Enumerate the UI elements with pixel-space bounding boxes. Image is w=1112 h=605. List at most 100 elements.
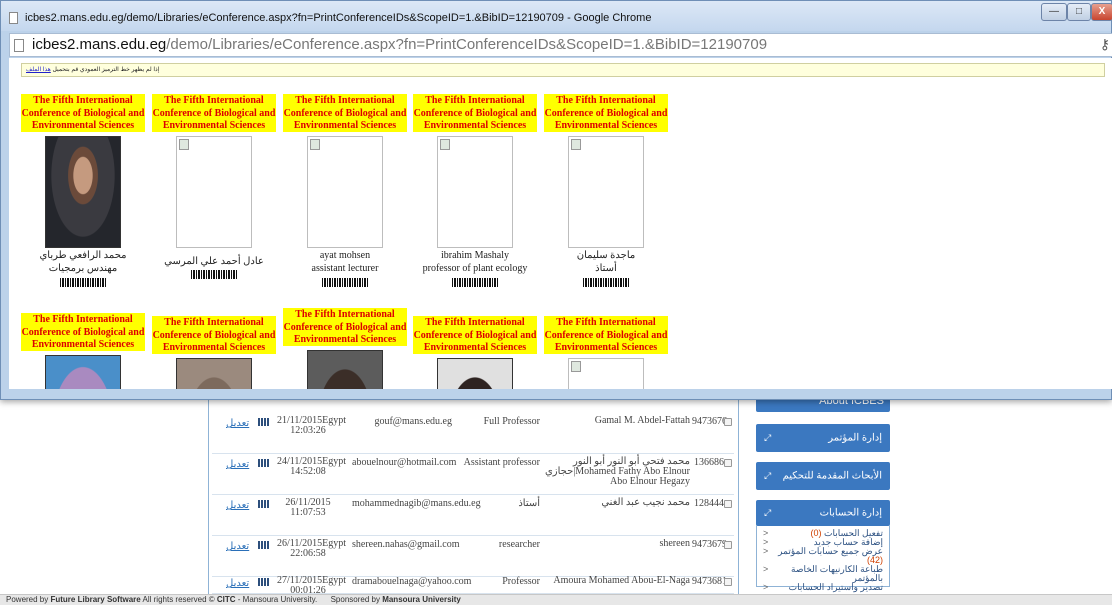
row-name: shereen bbox=[659, 538, 690, 549]
badge-banner: The Fifth International Conference of Bi… bbox=[413, 94, 537, 132]
badge-title: أستاذ bbox=[595, 263, 617, 274]
badge-title: professor of plant ecology bbox=[422, 263, 528, 274]
edit-link[interactable]: تعديل bbox=[226, 500, 249, 511]
badge-title: مهندس برمجيات bbox=[48, 263, 118, 274]
row-checkbox[interactable] bbox=[724, 578, 732, 586]
table-row: تعديل 21/11/2015Egypt 12:03:26 gouf@mans… bbox=[212, 414, 734, 454]
row-name: محمد فتحي أبو النور أبو النور حجازي|Moha… bbox=[544, 456, 690, 487]
badge-banner: The Fifth International Conference of Bi… bbox=[413, 316, 537, 354]
row-id: 9473681 bbox=[692, 576, 727, 587]
badge-banner: The Fifth International Conference of Bi… bbox=[21, 94, 145, 132]
edit-link[interactable]: تعديل bbox=[226, 418, 249, 429]
row-date: 21/11/2015Egypt 12:03:26 bbox=[277, 415, 347, 436]
row-date: 26/11/2015 11:07:53 bbox=[285, 497, 331, 518]
column-divider bbox=[208, 390, 209, 595]
download-file-link[interactable]: هذا الملف bbox=[26, 67, 51, 73]
badge-card: The Fifth International Conference of Bi… bbox=[152, 316, 276, 389]
badge-banner: The Fifth International Conference of Bi… bbox=[152, 94, 276, 132]
badge-name: ibrahim Mashaly bbox=[440, 250, 510, 261]
row-position: Professor bbox=[502, 576, 540, 587]
barcode-icon bbox=[452, 278, 498, 287]
badge-card: The Fifth International Conference of Bi… bbox=[21, 313, 145, 389]
row-email: gouf@mans.edu.eg bbox=[374, 416, 452, 427]
row-position: researcher bbox=[498, 539, 540, 550]
row-checkbox[interactable] bbox=[724, 541, 732, 549]
close-button[interactable]: X bbox=[1091, 3, 1112, 21]
menu-link-export-import[interactable]: تصدير واستيراد الحسابات bbox=[763, 583, 883, 592]
row-checkbox[interactable] bbox=[724, 459, 732, 467]
window-title: icbes2.mans.edu.eg/demo/Libraries/eConfe… bbox=[25, 12, 652, 24]
row-email: abouelnour@hotmail.com bbox=[352, 457, 457, 468]
row-date: 26/11/2015Egypt 22:06:58 bbox=[277, 538, 347, 559]
table-row: تعديل 26/11/2015Egypt 22:06:58 shereen.n… bbox=[212, 537, 734, 577]
maximize-button[interactable]: □ bbox=[1067, 3, 1091, 21]
key-icon[interactable]: ⚷ bbox=[1100, 36, 1110, 53]
table-row: تعديل 27/11/2015Egypt 00:01:26 dramaboue… bbox=[212, 574, 734, 594]
menu-link-print-badges[interactable]: طباعة الكارنيهات الخاصة بالمؤتمر bbox=[763, 565, 883, 583]
barcode-print-icon[interactable] bbox=[258, 541, 270, 549]
sponsor-link[interactable]: Mansoura University bbox=[382, 595, 461, 604]
row-position: Assistant professor bbox=[463, 457, 540, 468]
conference-admin-button[interactable]: ⤢ إدارة المؤتمر bbox=[756, 424, 890, 452]
badge-card: The Fifth International Conference of Bi… bbox=[544, 316, 668, 389]
table-row: تعديل 24/11/2015Egypt 14:52:08 abouelnou… bbox=[212, 455, 734, 495]
footer-bar: Powered by Future Library Software All r… bbox=[0, 594, 1112, 605]
table-row: تعديل 26/11/2015 11:07:53 mohammednagib@… bbox=[212, 496, 734, 536]
expand-arrow-icon: ⤢ bbox=[764, 507, 772, 518]
broken-image-icon bbox=[176, 136, 252, 248]
barcode-print-icon[interactable] bbox=[258, 418, 270, 426]
badge-title: assistant lecturer bbox=[311, 263, 379, 274]
badge-banner: The Fifth International Conference of Bi… bbox=[152, 316, 276, 354]
barcode-icon bbox=[583, 278, 629, 287]
barcode-icon bbox=[191, 270, 237, 279]
barcode-print-icon[interactable] bbox=[258, 578, 270, 586]
address-bar[interactable]: icbes2.mans.edu.eg/demo/Libraries/eConfe… bbox=[9, 33, 1112, 57]
badge-card: The Fifth International Conference of Bi… bbox=[413, 316, 537, 389]
profile-photo bbox=[45, 355, 121, 389]
page-icon bbox=[9, 12, 18, 24]
edit-link[interactable]: تعديل bbox=[226, 541, 249, 552]
badge-card: The Fifth International Conference of Bi… bbox=[283, 94, 407, 294]
row-id: 128444 bbox=[694, 498, 724, 509]
row-date: 24/11/2015Egypt 14:52:08 bbox=[277, 456, 347, 477]
edit-link[interactable]: تعديل bbox=[226, 578, 249, 589]
badge-banner: The Fifth International Conference of Bi… bbox=[283, 308, 407, 346]
broken-image-icon bbox=[437, 136, 513, 248]
menu-link-all-accounts[interactable]: عرض جميع حسابات المؤتمر (42) bbox=[763, 547, 883, 565]
barcode-notice: إذا لم يظهر خط الترميز العمودي قم بتحميل… bbox=[21, 63, 1105, 77]
row-position: Full Professor bbox=[483, 416, 540, 427]
profile-photo bbox=[45, 136, 121, 248]
expand-arrow-icon: ⤢ bbox=[764, 432, 772, 443]
profile-photo bbox=[176, 358, 252, 389]
badge-banner: The Fifth International Conference of Bi… bbox=[21, 313, 145, 351]
page-icon bbox=[14, 39, 24, 52]
accounts-menu: تفعيل الحسابات (0) إضافة حساب جديد عرض ج… bbox=[756, 525, 890, 592]
row-email: shereen.nahas@gmail.com bbox=[352, 539, 460, 550]
row-email: mohammednagib@mans.edu.eg bbox=[352, 498, 481, 509]
accounts-admin-button[interactable]: ⤢ إدارة الحسابات bbox=[756, 500, 890, 526]
profile-photo bbox=[307, 350, 383, 389]
popup-content: إذا لم يظهر خط الترميز العمودي قم بتحميل… bbox=[9, 58, 1112, 389]
barcode-print-icon[interactable] bbox=[258, 500, 270, 508]
popup-browser-window: icbes2.mans.edu.eg/demo/Libraries/eConfe… bbox=[0, 0, 1112, 400]
barcode-icon bbox=[60, 278, 106, 287]
barcode-print-icon[interactable] bbox=[258, 459, 270, 467]
window-titlebar[interactable]: icbes2.mans.edu.eg/demo/Libraries/eConfe… bbox=[1, 1, 1112, 31]
citc-link[interactable]: CITC bbox=[217, 595, 236, 604]
minimize-button[interactable]: — bbox=[1041, 3, 1067, 21]
row-email: dramabouelnaga@yahoo.com bbox=[352, 576, 472, 587]
broken-image-icon bbox=[568, 358, 644, 389]
edit-link[interactable]: تعديل bbox=[226, 459, 249, 470]
badge-card: The Fifth International Conference of Bi… bbox=[283, 308, 407, 389]
row-name: Amoura Mohamed Abou-El-Naga bbox=[553, 575, 690, 586]
url-text[interactable]: icbes2.mans.edu.eg/demo/Libraries/eConfe… bbox=[32, 36, 767, 53]
research-review-button[interactable]: ⤢ الأبحاث المقدمة للتحكيم bbox=[756, 462, 890, 490]
row-checkbox[interactable] bbox=[724, 418, 732, 426]
badge-card: The Fifth International Conference of Bi… bbox=[152, 94, 276, 294]
row-checkbox[interactable] bbox=[724, 500, 732, 508]
broken-image-icon bbox=[568, 136, 644, 248]
row-id: 9473679 bbox=[692, 539, 727, 550]
badge-banner: The Fifth International Conference of Bi… bbox=[544, 94, 668, 132]
fls-link[interactable]: Future Library Software bbox=[50, 595, 140, 604]
broken-image-icon bbox=[307, 136, 383, 248]
